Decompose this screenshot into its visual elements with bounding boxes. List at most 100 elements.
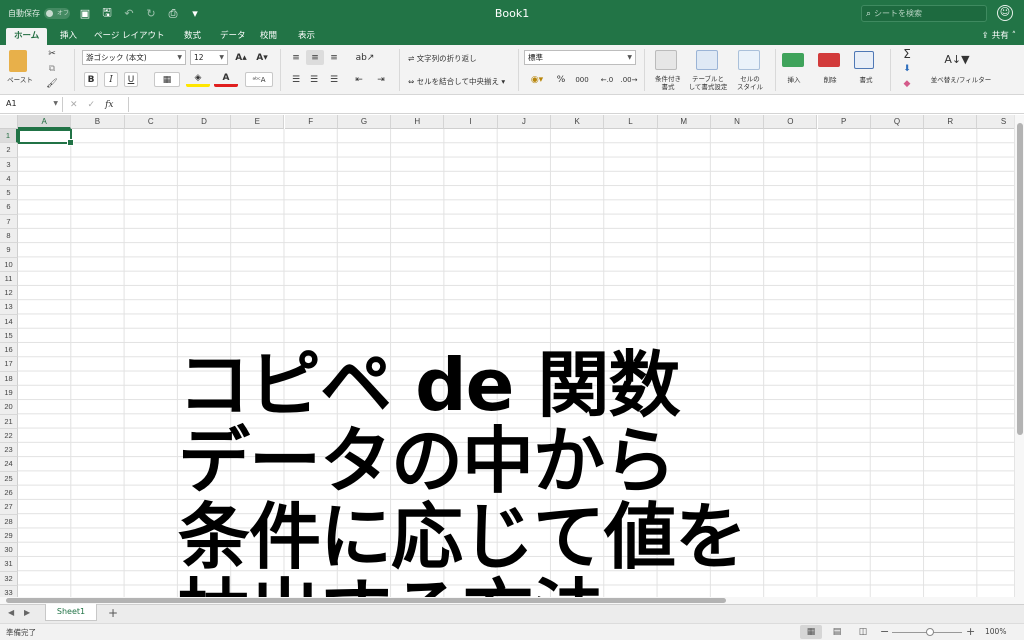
vertical-scrollbar[interactable] xyxy=(1014,115,1024,597)
row-header-4[interactable]: 4 xyxy=(0,171,18,187)
row-header-31[interactable]: 31 xyxy=(0,557,18,572)
sort-filter-label[interactable]: 並べ替え/フィルター xyxy=(924,76,998,84)
format-as-table-icon[interactable] xyxy=(696,50,718,70)
paste-label[interactable]: ペースト xyxy=(3,76,37,84)
column-header-f[interactable]: F xyxy=(284,115,338,129)
font-name-select[interactable]: 游ゴシック (本文) ▼ xyxy=(82,50,186,65)
font-color-icon[interactable]: A xyxy=(214,72,238,87)
column-header-c[interactable]: C xyxy=(124,115,178,129)
column-header-k[interactable]: K xyxy=(551,115,605,129)
row-header-19[interactable]: 19 xyxy=(0,386,18,401)
name-box[interactable]: A1 ▼ xyxy=(4,97,60,111)
number-format-select[interactable]: 標準 ▼ xyxy=(524,50,636,65)
underline-button[interactable]: U xyxy=(124,72,138,87)
cut-icon[interactable]: ✂ xyxy=(44,47,60,60)
row-header-24[interactable]: 24 xyxy=(0,457,18,472)
select-all-corner[interactable] xyxy=(0,115,18,129)
row-header-21[interactable]: 21 xyxy=(0,414,18,429)
font-size-select[interactable]: 12 ▼ xyxy=(190,50,228,65)
copy-icon[interactable]: ⧉ xyxy=(44,62,60,75)
add-sheet-icon[interactable]: + xyxy=(108,606,118,621)
sheet-tab-sheet1[interactable]: Sheet1 xyxy=(45,604,97,621)
row-header-32[interactable]: 32 xyxy=(0,571,18,586)
row-header-13[interactable]: 13 xyxy=(0,300,18,315)
row-header-20[interactable]: 20 xyxy=(0,400,18,415)
comma-style-button[interactable]: 000 xyxy=(572,72,592,87)
row-header-14[interactable]: 14 xyxy=(0,314,18,329)
row-header-30[interactable]: 30 xyxy=(0,543,18,558)
column-header-j[interactable]: J xyxy=(497,115,551,129)
zoom-in-button[interactable]: + xyxy=(966,624,975,640)
row-header-29[interactable]: 29 xyxy=(0,528,18,544)
column-header-g[interactable]: G xyxy=(337,115,392,129)
normal-view-icon[interactable]: ▦ xyxy=(800,625,822,639)
align-left-icon[interactable]: ☰ xyxy=(288,72,304,87)
autosave-switch[interactable]: オフ xyxy=(44,8,70,19)
column-header-n[interactable]: N xyxy=(710,115,765,129)
column-header-o[interactable]: O xyxy=(764,115,818,129)
fill-color-icon[interactable]: ◈ xyxy=(186,72,210,87)
sort-filter-icon[interactable]: A↓▼ xyxy=(944,49,970,69)
row-header-9[interactable]: 9 xyxy=(0,243,18,258)
zoom-slider-knob[interactable] xyxy=(926,628,934,636)
tab-formulas[interactable]: 数式 xyxy=(176,28,209,45)
insert-cells-icon[interactable] xyxy=(782,53,804,67)
column-header-d[interactable]: D xyxy=(177,115,232,129)
zoom-slider[interactable] xyxy=(892,628,962,636)
autosum-button[interactable]: Σ xyxy=(899,47,915,61)
row-header-11[interactable]: 11 xyxy=(0,271,18,287)
increase-decimal-icon[interactable]: ←.0 xyxy=(598,72,616,87)
percent-button[interactable]: % xyxy=(554,72,568,87)
row-header-3[interactable]: 3 xyxy=(0,157,18,172)
orientation-icon[interactable]: ab↗ xyxy=(352,50,378,65)
column-header-r[interactable]: R xyxy=(924,115,978,129)
delete-label[interactable]: 削除 xyxy=(816,76,844,84)
share-button[interactable]: ⇪ 共有 ˄ xyxy=(982,29,1016,44)
paste-icon[interactable] xyxy=(9,50,27,72)
increase-font-size-icon[interactable]: A▴ xyxy=(232,50,250,65)
horizontal-scroll-thumb[interactable] xyxy=(6,598,726,603)
tab-page-layout[interactable]: ページ レイアウト xyxy=(86,28,173,45)
fill-icon[interactable]: ⬇ xyxy=(899,62,915,75)
row-header-33[interactable]: 33 xyxy=(0,585,18,597)
zoom-out-button[interactable]: − xyxy=(880,624,889,640)
save-icon[interactable]: 🖫 xyxy=(100,6,114,21)
previous-sheet-icon[interactable]: ◀ xyxy=(8,608,14,617)
column-header-e[interactable]: E xyxy=(231,115,285,129)
format-cells-icon[interactable] xyxy=(854,51,874,69)
vertical-scroll-thumb[interactable] xyxy=(1017,123,1023,435)
tab-data[interactable]: データ xyxy=(212,28,254,45)
column-header-p[interactable]: P xyxy=(817,115,871,129)
column-header-s[interactable]: S xyxy=(977,115,1014,129)
row-header-1[interactable]: 1 xyxy=(0,129,18,144)
increase-indent-icon[interactable]: ⇥ xyxy=(372,72,390,87)
zoom-level[interactable]: 100% xyxy=(985,627,1006,636)
format-as-table-label[interactable]: テーブルと して書式設定 xyxy=(684,75,732,91)
conditional-format-icon[interactable] xyxy=(655,50,677,70)
sheet-search[interactable]: ⌕ xyxy=(861,5,987,22)
column-header-b[interactable]: B xyxy=(71,115,125,129)
phonetic-guide-icon[interactable]: ᵃᵇᶜA xyxy=(245,72,273,87)
align-top-icon[interactable]: ≡ xyxy=(288,50,304,65)
column-header-i[interactable]: I xyxy=(444,115,498,129)
row-header-25[interactable]: 25 xyxy=(0,471,18,486)
cell-styles-icon[interactable] xyxy=(738,50,760,70)
tab-insert[interactable]: 挿入 xyxy=(52,28,85,45)
row-header-7[interactable]: 7 xyxy=(0,214,18,229)
row-header-2[interactable]: 2 xyxy=(0,143,18,158)
tab-home[interactable]: ホーム xyxy=(6,28,48,45)
cell-styles-label[interactable]: セルの スタイル xyxy=(730,75,770,91)
page-layout-view-icon[interactable]: ▤ xyxy=(826,625,848,639)
align-right-icon[interactable]: ☰ xyxy=(326,72,342,87)
conditional-format-label[interactable]: 条件付き 書式 xyxy=(648,75,688,91)
align-middle-icon[interactable]: ≡ xyxy=(306,50,324,65)
column-header-q[interactable]: Q xyxy=(870,115,925,129)
tab-view[interactable]: 表示 xyxy=(290,28,323,45)
row-header-27[interactable]: 27 xyxy=(0,500,18,515)
search-input[interactable] xyxy=(874,9,971,18)
row-header-18[interactable]: 18 xyxy=(0,371,18,387)
page-break-view-icon[interactable]: ◫ xyxy=(852,625,874,639)
accounting-format-icon[interactable]: ◉▾ xyxy=(524,72,550,87)
format-painter-icon[interactable]: 🖌 xyxy=(44,77,60,90)
align-bottom-icon[interactable]: ≡ xyxy=(326,50,342,65)
